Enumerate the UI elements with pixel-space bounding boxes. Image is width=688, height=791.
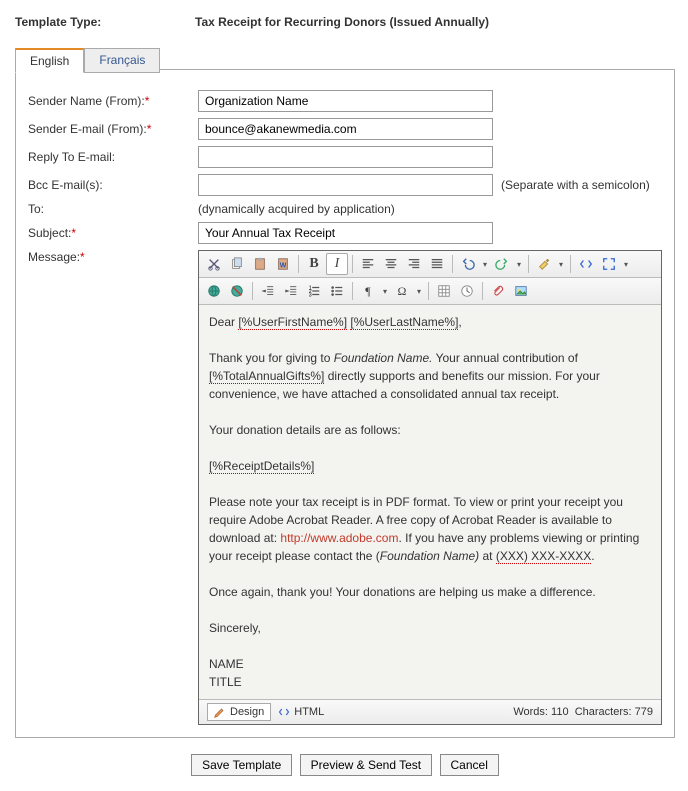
subject-label: Subject:* [28,226,198,240]
format-dropdown-icon[interactable]: ▾ [556,253,566,275]
html-mode-button[interactable]: HTML [271,703,331,721]
outdent-icon[interactable] [257,280,279,302]
message-label: Message:* [28,250,198,264]
sender-name-input[interactable] [198,90,493,112]
format-painter-icon[interactable] [533,253,555,275]
paragraph-icon[interactable]: ¶ [357,280,379,302]
reply-to-input[interactable] [198,146,493,168]
align-left-icon[interactable] [357,253,379,275]
align-center-icon[interactable] [380,253,402,275]
editor-content[interactable]: Dear [%UserFirstName%] [%UserLastName%],… [199,305,661,700]
unlink-icon[interactable] [226,280,248,302]
tab-english[interactable]: English [15,48,84,73]
toolbar-row-2: 123 ¶ ▾ Ω ▾ [199,278,661,305]
redo-icon[interactable] [491,253,513,275]
svg-text:3: 3 [309,292,312,298]
template-type-label: Template Type: [15,15,195,29]
svg-text:W: W [280,263,287,270]
paste-word-icon[interactable]: W [272,253,294,275]
to-value: (dynamically acquired by application) [198,202,395,216]
italic-icon[interactable]: I [326,253,348,275]
code-icon[interactable] [575,253,597,275]
ordered-list-icon[interactable]: 123 [303,280,325,302]
code-mode-icon [278,706,290,718]
image-icon[interactable] [510,280,532,302]
unordered-list-icon[interactable] [326,280,348,302]
save-template-button[interactable]: Save Template [191,754,292,776]
bcc-input[interactable] [198,174,493,196]
sender-email-label: Sender E-mail (From):* [28,122,198,136]
undo-dropdown-icon[interactable]: ▾ [480,253,490,275]
to-label: To: [28,202,198,216]
cancel-button[interactable]: Cancel [440,754,499,776]
copy-icon[interactable] [226,253,248,275]
bcc-label: Bcc E-mail(s): [28,178,198,192]
pencil-icon [214,706,226,718]
fullscreen-dropdown-icon[interactable]: ▾ [621,253,631,275]
cut-icon[interactable] [203,253,225,275]
table-icon[interactable] [433,280,455,302]
indent-icon[interactable] [280,280,302,302]
tab-francais[interactable]: Français [84,48,160,73]
symbol-dropdown-icon[interactable]: ▾ [414,280,424,302]
align-justify-icon[interactable] [426,253,448,275]
symbol-icon[interactable]: Ω [391,280,413,302]
paragraph-dropdown-icon[interactable]: ▾ [380,280,390,302]
attachment-icon[interactable] [487,280,509,302]
subject-input[interactable] [198,222,493,244]
bcc-note: (Separate with a semicolon) [501,178,650,192]
preview-send-test-button[interactable]: Preview & Send Test [300,754,433,776]
reply-to-label: Reply To E-mail: [28,150,198,164]
toolbar-row-1: W B I ▾ ▾ ▾ [199,251,661,278]
undo-icon[interactable] [457,253,479,275]
editor-stats: Words: 110 Characters: 779 [513,706,653,718]
redo-dropdown-icon[interactable]: ▾ [514,253,524,275]
paste-icon[interactable] [249,253,271,275]
time-icon[interactable] [456,280,478,302]
sender-email-input[interactable] [198,118,493,140]
fullscreen-icon[interactable] [598,253,620,275]
align-right-icon[interactable] [403,253,425,275]
template-type-value: Tax Receipt for Recurring Donors (Issued… [195,15,489,29]
bold-icon[interactable]: B [303,253,325,275]
sender-name-label: Sender Name (From):* [28,94,198,108]
design-mode-button[interactable]: Design [207,703,271,721]
rich-text-editor: W B I ▾ ▾ ▾ [198,250,662,725]
hyperlink-icon[interactable] [203,280,225,302]
